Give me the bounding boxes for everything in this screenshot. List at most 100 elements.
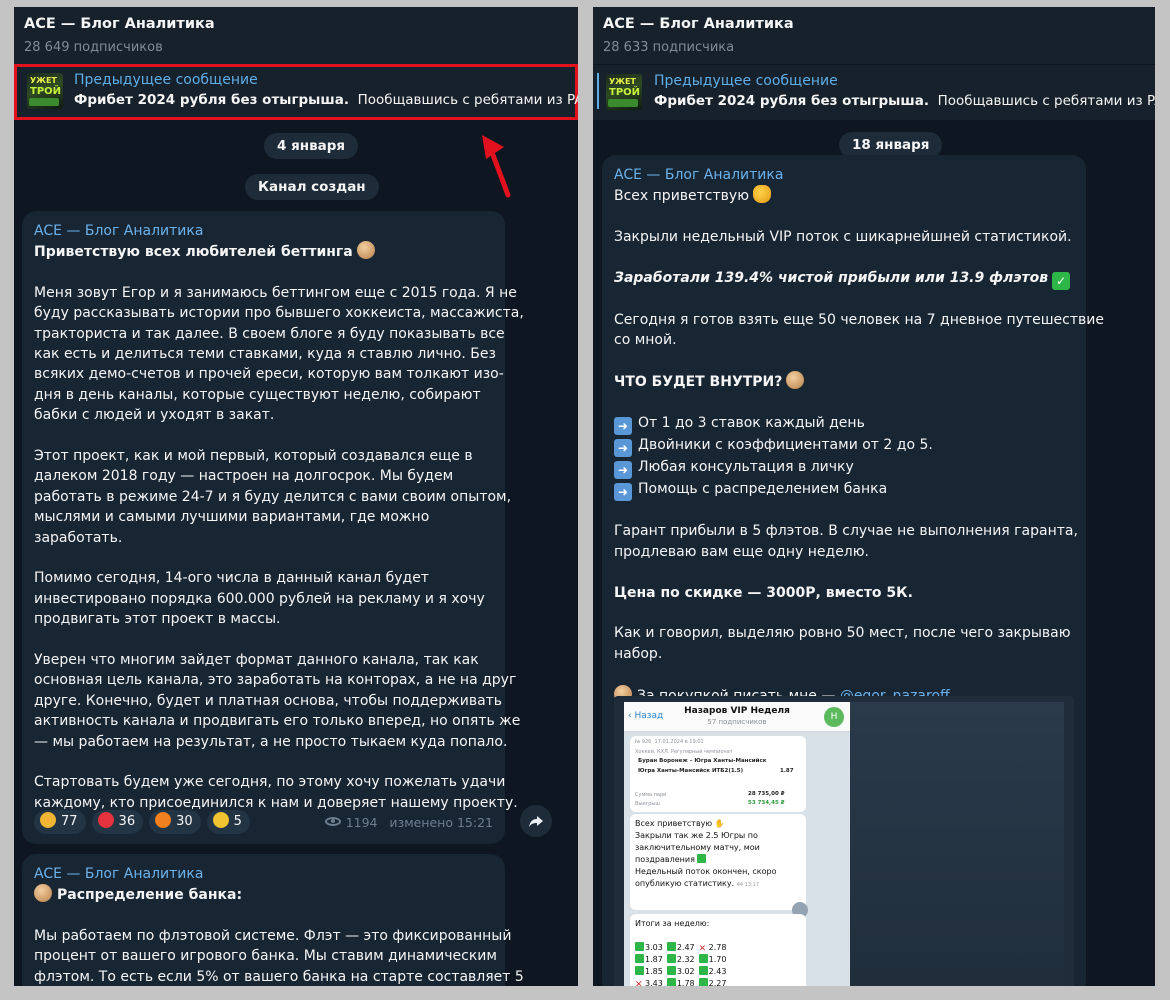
thumb-decoration [608,99,638,107]
results-title: Итоги за неделю: [635,919,710,928]
win-value: 53 734,45 ₽ [748,800,785,806]
bullet-text: Двойники с коэффициентами от 2 до 5. [638,436,933,453]
check-mark-icon [666,942,676,951]
thumb-text: УЖЕТ [609,77,636,86]
phone-message-line: Закрыли так же 2.5 Югры по [635,831,758,840]
message-line: Меня зовут Егор и я занимаюсь беттингом … [34,284,517,301]
results-row: ✕ 3.43 1.78 2.27 [635,978,801,986]
message-line: процент от вашего игрового банка. Мы ста… [34,948,497,965]
message-line: флэтом. То есть если 5% от вашего банка … [34,968,524,985]
results-row: 3.03 2.47 ✕ 2.78 [635,942,801,954]
bet-coefficient: 1.87 [780,768,794,774]
date-separator: 4 января [264,133,359,159]
pinned-message-bar[interactable]: УЖЕТ ТРОЙ Предыдущее сообщение Фрибет 20… [593,64,1155,120]
reaction-fire[interactable]: 30 [149,810,201,834]
message-line: Всех приветствую [614,185,1074,206]
reaction-clapping-hands[interactable]: 5 [206,810,250,834]
message-line: Этот проект, как и мой первый, который с… [34,448,473,465]
heading-text: Распределение банка: [57,887,243,903]
message-line: Помимо сегодня, 14-ого числа в данный ка… [34,570,429,587]
win-label: Выигрыш [635,801,660,807]
check-mark-icon [666,954,676,963]
message-line: Закрыли недельный VIP поток с шикарнейшн… [614,228,1072,245]
reactions-row: 77 36 30 5 [34,810,256,834]
cross-mark-icon: ✕ [698,944,707,954]
channel-title: ACE — Блог Аналитика [24,16,215,32]
check-mark-icon [666,966,676,975]
message-bubble[interactable]: ACE — Блог Аналитика Приветствую всех лю… [22,211,524,844]
result-value: 3.02 [676,967,695,976]
message-line: как есть и делиться теми ставками, куда … [34,346,496,363]
bullet-item: ➜ Двойники с коэффициентами от 2 до 5. [614,435,1074,457]
edited-timestamp: изменено 15:21 [389,815,493,830]
image-background [850,702,1064,986]
thumb-text: ТРОЙ [609,87,641,98]
message-line: дня в день каналы, которые существуют не… [34,386,481,403]
result-value: 1.85 [645,967,663,976]
check-mark-icon [698,978,708,986]
pinned-label: Предыдущее сообщение [654,73,838,89]
message-line: основная цель канала, это заработать на … [34,672,517,689]
reaction-heart[interactable]: 36 [91,810,144,834]
phone-message-line: опубликую статистику. 44 13:17 [635,878,801,891]
heading-text: Приветствую всех любителей беттинга [34,244,353,260]
pinned-text: Пообщавшись с ребятами из PARI [937,93,1155,109]
result-value: 1.78 [676,979,695,986]
result-value: 3.43 [645,979,663,986]
view-count: 1194 [345,815,378,830]
bullet-text: Любая консультация в личку [638,458,854,475]
message-line: далеком 2018 году — настроен на долгосро… [34,468,454,485]
check-mark-emoji-icon: ✓ [1052,271,1071,290]
message-author[interactable]: ACE — Блог Аналитика [614,165,1074,185]
thumb-text: ТРОЙ [30,86,62,97]
smiling-face-emoji-icon [786,371,805,390]
check-mark-icon [697,854,707,863]
chat-header[interactable]: ACE — Блог Аналитика 28 633 подписчика [593,7,1155,64]
right-arrow-icon: ➜ [614,482,632,501]
pinned-text: Пообщавшись с ребятами из PARI, [357,92,578,108]
message-bubble[interactable]: ACE — Блог Аналитика Всех приветствую За… [602,155,1104,986]
phone-results-card: Итоги за неделю: 3.03 2.47 ✕ 2.78 1.87 2.32 1.… [630,914,806,986]
phone-chat-title: Назаров VIP Неделя [684,706,790,716]
result-value: 2.43 [708,967,727,976]
phone-message-text: поздравления [635,855,695,864]
message-line: буду рассказывать истории про бывшего хо… [34,305,524,322]
pinned-thumbnail: УЖЕТ ТРОЙ [606,74,642,110]
stake-value: 28 735,00 ₽ [748,791,785,797]
message-author[interactable]: ACE — Блог Аналитика [34,221,493,241]
message-line: продвигать этот проект в массы. [34,611,281,628]
profit-text: Заработали 139.4% чистой прибыли или 13.… [614,269,1049,286]
bet-match: Буран Воронеж – Югра Ханты-Мансийск [638,758,767,764]
message-line: работать в режиме 24-7 и я буду делится … [34,488,512,505]
phone-message-line: поздравления [635,854,801,866]
subscriber-count: 28 649 подписчиков [24,40,163,55]
chat-header[interactable]: ACE — Блог Аналитика 28 649 подписчиков [14,7,578,64]
heading-text: ЧТО БУДЕТ ВНУТРИ? [614,374,783,391]
result-value: 2.27 [708,979,727,986]
attached-image[interactable]: ‹ Назад Назаров VIP Неделя 57 подписчико… [614,696,1074,986]
result-value: 1.70 [708,955,727,964]
message-line: Стартовать будем уже сегодня, по этому х… [34,774,506,791]
bullet-text: Помощь с распределением банка [638,480,888,497]
phone-message-line: Всех приветствую ✋ [635,818,801,830]
share-button[interactable] [520,805,552,837]
pinned-accent-bar [597,73,599,109]
pinned-message-bar[interactable]: УЖЕТ ТРОЙ Предыдущее сообщение Фрибет 20… [14,64,578,120]
message-author[interactable]: ACE — Блог Аналитика [34,864,493,884]
phone-chat-header: ‹ Назад Назаров VIP Неделя 57 подписчико… [624,702,850,732]
phone-message-line: Недельный поток окончен, скоро [635,867,777,876]
reaction-thumbs-up[interactable]: 77 [34,810,86,834]
share-arrow-icon [529,816,543,827]
bet-outcome: Югра Ханты-Мансийск ИТБ2(1.5) [638,768,744,774]
check-mark-icon [698,966,708,975]
clapping-hands-icon [212,812,229,828]
service-message: Канал создан [245,174,379,200]
pinned-preview: Фрибет 2024 рубля без отыгрыша. Пообщавш… [74,92,578,108]
message-heading: Приветствую всех любителей беттинга [34,241,493,262]
right-arrow-icon: ➜ [614,416,632,435]
message-body: Меня зовут Егор и я занимаюсь беттингом … [34,283,524,814]
results-row: 1.85 3.02 2.43 [635,966,801,978]
message-line: заработать. [34,529,123,546]
message-bubble[interactable]: ACE — Блог Аналитика Распределение банка… [22,854,524,986]
cross-mark-icon: ✕ [635,980,643,987]
